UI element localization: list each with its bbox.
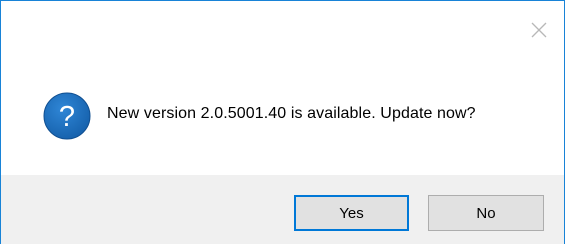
close-icon	[531, 22, 547, 38]
close-button[interactable]	[528, 19, 550, 41]
svg-text:?: ?	[59, 101, 75, 133]
question-icon: ?	[43, 92, 91, 140]
no-button[interactable]: No	[428, 195, 544, 231]
dialog-content: ? New version 2.0.5001.40 is available. …	[1, 1, 564, 175]
message-dialog: ? New version 2.0.5001.40 is available. …	[0, 0, 565, 244]
yes-button[interactable]: Yes	[294, 195, 409, 231]
dialog-message: New version 2.0.5001.40 is available. Up…	[107, 105, 476, 122]
